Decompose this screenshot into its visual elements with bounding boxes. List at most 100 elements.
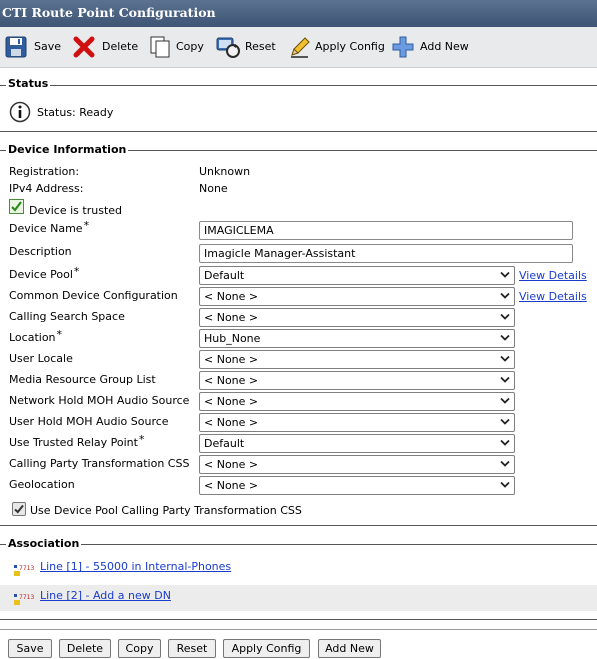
- save-button[interactable]: Save: [8, 639, 52, 658]
- toolbar-delete-label: Delete: [102, 40, 139, 53]
- device-pool-label-text: Device Pool: [9, 268, 73, 281]
- line-2-link[interactable]: Line [2] - Add a new DN: [40, 589, 171, 602]
- line-1-link[interactable]: Line [1] - 55000 in Internal-Phones: [40, 560, 231, 573]
- user-locale-select[interactable]: < None >: [199, 350, 515, 369]
- toolbar-copy-button[interactable]: Copy: [148, 35, 204, 61]
- device-name-label: Device Name*: [9, 219, 90, 235]
- description-input[interactable]: Imagicle Manager-Assistant: [199, 244, 573, 263]
- location-select[interactable]: Hub_None: [199, 329, 515, 348]
- user-hold-moh-select[interactable]: < None >: [199, 413, 515, 432]
- ipv4-label: IPv4 Address:: [9, 182, 84, 195]
- trusted-relay-value: Default: [204, 437, 245, 450]
- media-resource-group-value: < None >: [204, 374, 259, 387]
- geolocation-value: < None >: [204, 479, 259, 492]
- user-locale-label: User Locale: [9, 352, 73, 365]
- geolocation-label: Geolocation: [9, 478, 75, 491]
- association-section-title: Association: [6, 537, 82, 550]
- toolbar: Save Delete Copy Reset Apply Config Add …: [0, 27, 597, 68]
- registration-label: Registration:: [9, 165, 80, 178]
- chevron-down-icon: [500, 439, 510, 446]
- media-resource-group-label: Media Resource Group List: [9, 373, 156, 386]
- calling-search-space-label: Calling Search Space: [9, 310, 125, 323]
- toolbar-apply-config-label: Apply Config: [315, 40, 385, 53]
- delete-x-icon: [73, 36, 95, 58]
- user-hold-moh-value: < None >: [204, 416, 259, 429]
- device-pool-select[interactable]: Default: [199, 266, 515, 285]
- required-mark: *: [83, 219, 90, 232]
- status-bottom-divider: [0, 131, 597, 132]
- common-device-config-value: < None >: [204, 290, 259, 303]
- toolbar-reset-label: Reset: [245, 40, 276, 53]
- required-mark: *: [73, 265, 80, 278]
- button-row-divider: [0, 629, 597, 630]
- phone-line-icon: 7713: [14, 565, 34, 576]
- copy-icon: [150, 36, 170, 58]
- window-title: CTI Route Point Configuration: [0, 0, 597, 27]
- trusted-relay-select[interactable]: Default: [199, 434, 515, 453]
- toolbar-reset-button[interactable]: Reset: [215, 35, 277, 61]
- calling-party-css-select[interactable]: < None >: [199, 455, 515, 474]
- chevron-down-icon: [500, 481, 510, 488]
- toolbar-add-new-label: Add New: [420, 40, 469, 53]
- use-device-pool-css-checkbox[interactable]: [12, 502, 26, 516]
- chevron-down-icon: [500, 334, 510, 341]
- ipv4-value: None: [199, 182, 228, 195]
- device-pool-label: Device Pool*: [9, 265, 80, 281]
- reset-button[interactable]: Reset: [168, 639, 216, 658]
- delete-button[interactable]: Delete: [59, 639, 111, 658]
- toolbar-save-button[interactable]: Save: [4, 35, 62, 61]
- association-row-line1: 7713 Line [1] - 55000 in Internal-Phones: [0, 556, 597, 582]
- chevron-down-icon: [500, 313, 510, 320]
- calling-search-space-value: < None >: [204, 311, 259, 324]
- common-device-config-select[interactable]: < None >: [199, 287, 515, 306]
- description-label: Description: [9, 245, 72, 258]
- association-bottom-divider: [0, 619, 597, 620]
- common-device-config-label: Common Device Configuration: [9, 289, 178, 302]
- location-value: Hub_None: [204, 332, 261, 345]
- svg-text:7713: 7713: [19, 594, 34, 601]
- toolbar-save-label: Save: [34, 40, 62, 53]
- chevron-down-icon: [500, 460, 510, 467]
- chevron-down-icon: [500, 397, 510, 404]
- network-hold-moh-select[interactable]: < None >: [199, 392, 515, 411]
- chevron-down-icon: [500, 376, 510, 383]
- calling-search-space-select[interactable]: < None >: [199, 308, 515, 327]
- required-mark: *: [138, 433, 145, 446]
- status-divider: [0, 85, 597, 86]
- add-plus-icon: [392, 36, 414, 58]
- geolocation-select[interactable]: < None >: [199, 476, 515, 495]
- association-divider: [0, 544, 597, 545]
- status-text: Status: Ready: [37, 106, 114, 119]
- media-resource-group-select[interactable]: < None >: [199, 371, 515, 390]
- device-trusted-checkbox: [9, 199, 24, 214]
- reset-icon: [216, 37, 240, 58]
- common-device-config-view-details-link[interactable]: View Details: [519, 290, 587, 303]
- calling-party-css-value: < None >: [204, 458, 259, 471]
- info-icon: [9, 101, 31, 123]
- checkmark-icon: [11, 201, 22, 212]
- toolbar-copy-label: Copy: [176, 40, 204, 53]
- copy-button[interactable]: Copy: [118, 639, 161, 658]
- chevron-down-icon: [500, 271, 510, 278]
- toolbar-add-new-button[interactable]: Add New: [391, 35, 471, 61]
- location-label: Location*: [9, 328, 63, 344]
- chevron-down-icon: [500, 355, 510, 362]
- toolbar-apply-config-button[interactable]: Apply Config: [288, 35, 385, 61]
- network-hold-moh-label: Network Hold MOH Audio Source: [9, 394, 190, 407]
- phone-line-icon: 7713: [14, 594, 34, 605]
- add-new-button[interactable]: Add New: [318, 639, 381, 658]
- user-locale-value: < None >: [204, 353, 259, 366]
- toolbar-delete-button[interactable]: Delete: [72, 35, 139, 61]
- calling-party-css-label: Calling Party Transformation CSS: [9, 457, 190, 470]
- device-name-label-text: Device Name: [9, 222, 83, 235]
- apply-config-button[interactable]: Apply Config: [223, 639, 310, 658]
- required-mark: *: [56, 328, 63, 341]
- user-hold-moh-label: User Hold MOH Audio Source: [9, 415, 169, 428]
- network-hold-moh-value: < None >: [204, 395, 259, 408]
- location-label-text: Location: [9, 331, 56, 344]
- device-pool-view-details-link[interactable]: View Details: [519, 269, 587, 282]
- device-name-input[interactable]: IMAGICLEMA: [199, 221, 573, 240]
- device-trusted-label: Device is trusted: [29, 204, 123, 217]
- floppy-disk-icon: [5, 36, 27, 58]
- device-info-section-title: Device Information: [6, 143, 129, 156]
